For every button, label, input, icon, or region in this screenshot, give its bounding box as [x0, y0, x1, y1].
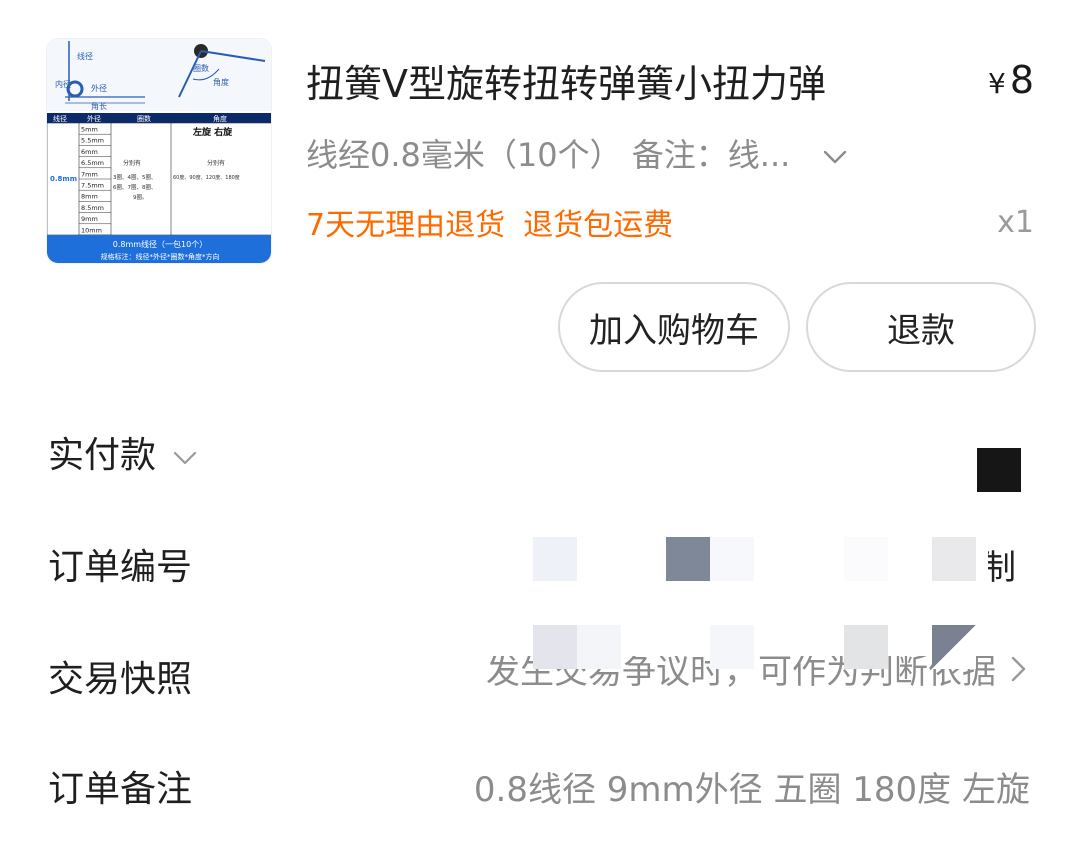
mosaic-block: [844, 537, 888, 581]
product-title[interactable]: 扭簧V型旋转扭转弹簧小扭力弹: [306, 58, 926, 110]
thumb-col-wire: 线径: [53, 114, 67, 123]
thumb-direction: 左旋 右旋: [192, 126, 233, 138]
thumb-angle-opts: 60度、90度、120度、180度: [173, 174, 240, 181]
snapshot-label: 交易快照: [48, 659, 193, 700]
product-spec-selector[interactable]: 线经0.8毫米（10个） 备注：线...: [306, 128, 926, 178]
mosaic-block: [666, 537, 710, 581]
chevron-down-icon: [822, 140, 848, 166]
thumb-coil-note: 分别有: [123, 159, 141, 167]
thumb-size-value: 5mm: [81, 126, 98, 134]
price-symbol: ¥: [987, 67, 1006, 100]
thumb-coil-opts-1: 3圈、4圈、5圈、: [113, 174, 157, 181]
thumb-coil-opts-3: 9圈。: [133, 194, 148, 201]
thumb-size-value: 7.5mm: [81, 182, 104, 190]
mosaic-block: [932, 625, 976, 669]
thumb-size-value: 5.5mm: [81, 137, 104, 145]
thumb-size-value: 8.5mm: [81, 204, 104, 212]
mosaic-block: [533, 625, 577, 669]
order-note-label: 订单备注: [48, 769, 193, 810]
thumb-coil-opts-2: 6圈、7圈、8圈、: [113, 184, 157, 191]
tag-7day-return: 7天无理由退货: [306, 208, 506, 243]
product-quantity: x1: [997, 204, 1034, 240]
order-detail-page: 线径 内径 外径 角长 圈数 角度 线径 外径 圈数 角度 5mm 5.5mm 6m…: [0, 0, 1080, 847]
mosaic-block: [710, 625, 754, 669]
mosaic-block: [932, 537, 976, 581]
paid-amount-label: 实付款: [48, 435, 157, 476]
thumb-col-outer: 外径: [87, 114, 101, 123]
thumb-wire-value: 0.8mm: [50, 175, 77, 183]
thumb-footer-1: 0.8mm线径（一包10个）: [113, 239, 208, 249]
thumb-label-coils: 圈数: [193, 63, 209, 73]
thumb-label-inner: 内径: [55, 79, 71, 89]
spring-spec-image: 线径 内径 外径 角长 圈数 角度 线径 外径 圈数 角度 5mm 5.5mm 6m…: [47, 39, 271, 263]
chevron-right-icon: [1008, 653, 1030, 683]
product-thumbnail[interactable]: 线径 内径 外径 角长 圈数 角度 线径 外径 圈数 角度 5mm 5.5mm 6m…: [46, 38, 272, 264]
mosaic-block: [533, 537, 577, 581]
mosaic-block: [710, 537, 754, 581]
order-number-label: 订单编号: [48, 547, 193, 588]
thumb-size-value: 10mm: [81, 226, 102, 234]
refund-button[interactable]: 退款: [806, 282, 1036, 372]
chevron-down-icon: [172, 439, 198, 465]
thumb-label-angle: 角度: [213, 77, 229, 87]
thumb-size-value: 7mm: [81, 170, 98, 178]
add-to-cart-button[interactable]: 加入购物车: [558, 282, 790, 372]
service-tags: 7天无理由退货 退货包运费: [306, 198, 673, 246]
thumb-label-arm: 角长: [91, 101, 107, 111]
thumb-size-value: 9mm: [81, 215, 98, 223]
product-price: ¥ 8: [988, 58, 1034, 110]
thumb-size-value: 6mm: [81, 148, 98, 156]
paid-amount-row[interactable]: 实付款: [48, 424, 198, 480]
tag-free-return-shipping: 退货包运费: [523, 208, 674, 243]
thumb-col-angle: 角度: [213, 114, 227, 123]
thumb-size-value: 6.5mm: [81, 159, 104, 167]
thumb-size-value: 8mm: [81, 193, 98, 201]
price-value: 8: [1009, 58, 1034, 102]
mosaic-block: [577, 625, 621, 669]
thumb-label-outer: 外径: [91, 83, 107, 93]
thumb-col-coils: 圈数: [137, 114, 151, 123]
order-note-value: 0.8线径 9mm外径 五圈 180度 左旋: [473, 769, 1030, 810]
thumb-footer-2: 规格标注：线径*外径*圈数*角度*方向: [101, 252, 220, 261]
product-spec-text: 线经0.8毫米（10个） 备注：线...: [306, 136, 791, 174]
order-number-tail-clip: 制: [988, 536, 1032, 592]
mosaic-block: [844, 625, 888, 669]
thumb-label-wire: 线径: [77, 51, 93, 61]
thumb-angle-note: 分别有: [207, 159, 225, 167]
redacted-amount-block: [977, 448, 1021, 492]
order-number-tail: 制: [988, 547, 1016, 588]
